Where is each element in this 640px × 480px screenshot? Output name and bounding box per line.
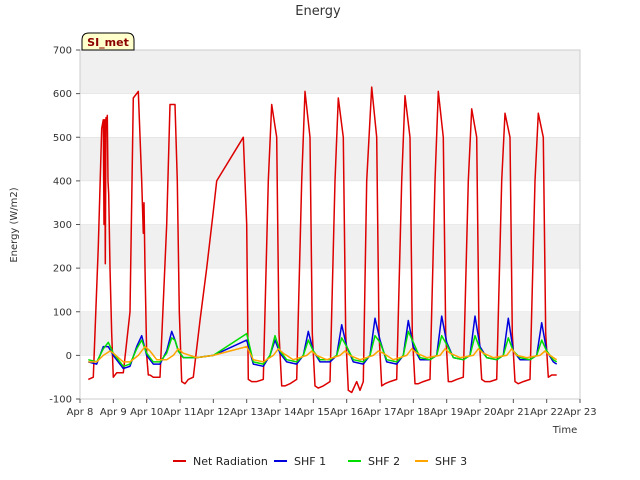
legend-label-net-radiation: Net Radiation bbox=[193, 455, 268, 468]
x-tick-label: Apr 9 bbox=[100, 407, 127, 418]
y-tick-label: 300 bbox=[53, 220, 72, 231]
x-tick-label: Apr 11 bbox=[163, 407, 196, 418]
x-tick-label: Apr 8 bbox=[67, 407, 94, 418]
chart-title: Energy bbox=[295, 4, 341, 19]
x-tick-label: Apr 23 bbox=[563, 407, 596, 418]
grid-band bbox=[80, 50, 580, 94]
y-tick-label: 400 bbox=[53, 176, 72, 187]
site-badge-label: SI_met bbox=[87, 36, 129, 49]
grid-band bbox=[80, 137, 580, 181]
y-axis-ticks: -100 0 100 200 300 400 500 600 700 bbox=[49, 46, 80, 406]
grid-band bbox=[80, 224, 580, 269]
x-tick-label: Apr 21 bbox=[497, 407, 530, 418]
x-tick-label: Apr 19 bbox=[430, 407, 463, 418]
x-tick-label: Apr 17 bbox=[363, 407, 396, 418]
x-axis-ticks: Apr 8 Apr 9 Apr 10 Apr 11 Apr 12 Apr 13 Apr 14… bbox=[67, 399, 597, 418]
y-tick-label: 0 bbox=[66, 351, 72, 362]
y-tick-label: 200 bbox=[53, 264, 72, 275]
x-tick-label: Apr 22 bbox=[530, 407, 563, 418]
x-tick-label: Apr 20 bbox=[463, 407, 496, 418]
x-tick-label: Apr 16 bbox=[330, 407, 363, 418]
legend-label-shf-1: SHF 1 bbox=[294, 455, 326, 468]
x-tick-label: Apr 12 bbox=[197, 407, 230, 418]
x-tick-label: Apr 18 bbox=[397, 407, 430, 418]
legend-label-shf-3: SHF 3 bbox=[435, 455, 467, 468]
legend: Net Radiation SHF 1 SHF 2 SHF 3 bbox=[173, 455, 467, 468]
x-tick-label: Apr 10 bbox=[130, 407, 163, 418]
x-axis-label: Time bbox=[552, 425, 577, 436]
site-badge: SI_met bbox=[81, 32, 135, 51]
y-tick-label: 700 bbox=[53, 46, 72, 57]
energy-chart: -1000100200300400500600700 Apr 8 Apr 9 Apr… bbox=[9, 4, 597, 468]
y-tick-label: 600 bbox=[53, 89, 72, 100]
x-tick-label: Apr 14 bbox=[263, 407, 296, 418]
y-tick-label: 500 bbox=[53, 133, 72, 144]
x-tick-label: Apr 15 bbox=[297, 407, 330, 418]
y-tick-label: -100 bbox=[49, 395, 72, 406]
x-tick-label: Apr 13 bbox=[230, 407, 263, 418]
legend-label-shf-2: SHF 2 bbox=[368, 455, 400, 468]
y-axis-label: Energy (W/m2) bbox=[9, 187, 20, 262]
y-tick-label: 100 bbox=[53, 307, 72, 318]
